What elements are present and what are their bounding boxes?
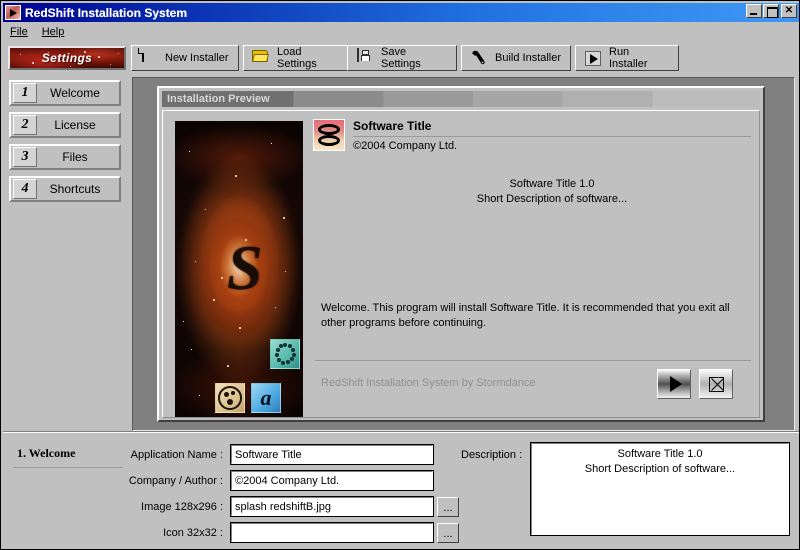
- settings-form: 1. Welcome Application Name : Software T…: [3, 435, 799, 547]
- preview-next-button[interactable]: [657, 369, 691, 399]
- form-divider: [3, 431, 799, 433]
- step-divider: [13, 467, 123, 468]
- sidebar-item-files[interactable]: 3 Files: [9, 144, 121, 170]
- icon-browse-button[interactable]: ...: [437, 523, 459, 543]
- document-icon: [140, 48, 158, 67]
- build-installer-label: Build Installer: [495, 52, 562, 64]
- application-name-input[interactable]: Software Title: [230, 444, 434, 465]
- preview-caption-label: Installation Preview: [167, 93, 270, 105]
- title-divider: [353, 136, 751, 137]
- preview-cancel-button[interactable]: [699, 369, 733, 399]
- maximize-button[interactable]: [763, 4, 779, 18]
- minimize-button[interactable]: [746, 4, 762, 18]
- step-number-4: 4: [13, 179, 37, 199]
- play-icon: [584, 49, 602, 67]
- sidebar-item-shortcuts[interactable]: 4 Shortcuts: [9, 176, 121, 202]
- load-settings-button[interactable]: Load Settings: [243, 45, 351, 71]
- image-browse-button[interactable]: ...: [437, 497, 459, 517]
- description-label: Description :: [461, 449, 523, 461]
- close-x-icon: [708, 376, 724, 392]
- step-number-1: 1: [13, 83, 37, 103]
- sidebar-item-welcome[interactable]: 1 Welcome: [9, 80, 121, 106]
- close-button[interactable]: ✕: [781, 4, 797, 18]
- play-icon: [669, 376, 682, 392]
- image-path-label: Image 128x296 :: [141, 501, 223, 513]
- save-settings-label: Save Settings: [381, 46, 421, 70]
- splash-image: S a: [175, 121, 303, 417]
- teal-badge-icon: [270, 339, 300, 369]
- company-author-input[interactable]: ©2004 Company Ltd.: [230, 470, 434, 491]
- preview-welcome-text: Welcome. This program will install Softw…: [321, 302, 730, 329]
- close-icon: ✕: [784, 5, 794, 16]
- circle-dots-icon: [218, 386, 242, 410]
- build-installer-button[interactable]: Build Installer: [461, 45, 571, 71]
- menu-help-label: Help: [41, 26, 65, 38]
- settings-tab[interactable]: Settings: [8, 46, 126, 70]
- toolbar: Settings New Installer Load Settings Sav…: [3, 43, 799, 73]
- dot-ring-icon: [274, 343, 296, 365]
- image-path-input[interactable]: splash redshiftB.jpg: [230, 496, 434, 517]
- preview-company: ©2004 Company Ltd.: [353, 140, 458, 152]
- save-settings-button[interactable]: Save Settings: [347, 45, 457, 71]
- tan-badge-icon: [215, 383, 245, 413]
- preview-bottom-divider: [315, 360, 751, 361]
- preview-description: Software Title 1.0 Short Description of …: [353, 177, 751, 207]
- sidebar-item-license[interactable]: 2 License: [9, 112, 121, 138]
- wrench-icon: [470, 49, 488, 67]
- sidebar-item-label: Files: [62, 150, 88, 164]
- sidebar-item-label: Welcome: [50, 86, 100, 100]
- run-installer-button[interactable]: Run Installer: [575, 45, 679, 71]
- preview-caption-bar: Installation Preview: [162, 91, 760, 107]
- icon-path-input[interactable]: [230, 522, 434, 543]
- preview-body: S a Software Title ©2004 Company Ltd. So…: [162, 110, 760, 418]
- new-installer-button[interactable]: New Installer: [131, 45, 239, 71]
- menu-item-file[interactable]: File: [3, 25, 35, 39]
- folder-icon: [252, 49, 270, 67]
- current-step-label: 1. Welcome: [17, 446, 76, 460]
- load-settings-label: Load Settings: [277, 46, 317, 70]
- installation-preview-window: Installation Preview S a Software Title …: [157, 86, 765, 422]
- preview-description-line2: Short Description of software...: [476, 193, 628, 205]
- preview-description-line1: Software Title 1.0: [509, 178, 595, 190]
- sidebar-item-label: License: [54, 118, 96, 132]
- application-name-label: Application Name :: [130, 449, 223, 461]
- app-icon: [313, 119, 345, 151]
- sidebar-item-label: Shortcuts: [49, 182, 101, 196]
- run-installer-label: Run Installer: [609, 46, 648, 70]
- step-number-2: 2: [13, 115, 37, 135]
- title-bar: RedShift Installation System ✕: [3, 3, 799, 22]
- description-textarea[interactable]: Software Title 1.0 Short Description of …: [530, 442, 790, 536]
- company-author-label: Company / Author :: [128, 475, 223, 487]
- preview-app-title: Software Title: [353, 119, 432, 133]
- menu-item-help[interactable]: Help: [35, 25, 72, 39]
- splash-swirl-glyph: S: [227, 232, 263, 303]
- preview-credit: RedShift Installation System by Stormdan…: [321, 377, 536, 389]
- description-line2: Short Description of software...: [584, 463, 736, 475]
- floppy-disk-icon: [356, 48, 374, 67]
- application-window: RedShift Installation System ✕ File Help…: [0, 0, 800, 550]
- new-installer-label: New Installer: [165, 52, 229, 64]
- play-triangle-icon: [5, 5, 21, 20]
- description-line1: Software Title 1.0: [617, 448, 703, 460]
- menu-bar: File Help: [3, 23, 799, 41]
- step-number-3: 3: [13, 147, 37, 167]
- preview-container: Installation Preview S a Software Title …: [132, 77, 795, 431]
- settings-tab-label: Settings: [41, 51, 93, 65]
- menu-file-label: File: [10, 26, 28, 38]
- window-controls: ✕: [745, 4, 797, 18]
- blue-badge-icon: a: [251, 383, 281, 413]
- icon-path-label: Icon 32x32 :: [163, 527, 223, 539]
- window-title: RedShift Installation System: [25, 5, 188, 20]
